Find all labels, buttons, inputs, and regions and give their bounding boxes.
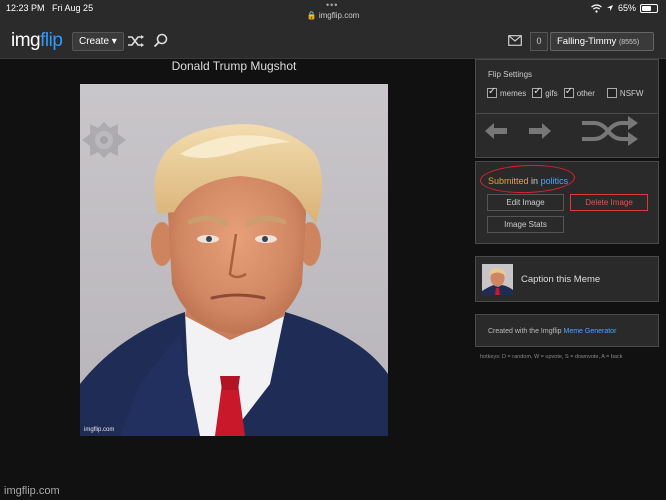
address-url[interactable]: 🔒 imgflip.com [0, 11, 666, 20]
created-with-panel: Created with the Imgflip Meme Generator [475, 314, 659, 347]
notification-count[interactable]: 0 [530, 32, 548, 51]
submission-panel: Submitted in politics Edit Image Delete … [475, 161, 659, 244]
meme-generator-link[interactable]: Meme Generator [564, 328, 617, 335]
checkbox-nsfw[interactable] [606, 88, 617, 98]
shuffle-random-icon[interactable] [580, 116, 640, 146]
flip-settings-panel: Flip Settings memes gifs other NSFW [475, 59, 659, 158]
site-header: imgflip Create ▾ 0 Falling-Timmy (8555) [0, 22, 666, 59]
flip-settings-title: Flip Settings [488, 70, 533, 79]
meme-thumbnail [482, 264, 513, 295]
submitted-in-stream: Submitted in politics [488, 176, 568, 186]
checkbox-memes[interactable] [487, 86, 497, 98]
stream-link[interactable]: politics [541, 176, 569, 186]
option-memes[interactable]: memes [487, 86, 526, 98]
mail-icon[interactable] [508, 35, 522, 46]
user-points: (8555) [618, 39, 640, 46]
meme-title: Donald Trump Mugshot [171, 59, 297, 73]
option-nsfw[interactable]: NSFW [606, 88, 643, 98]
status-bar: 12:23 PM Fri Aug 25 ••• 🔒 imgflip.com 65… [0, 0, 666, 22]
previous-arrow-icon[interactable] [484, 122, 508, 140]
caption-label: Caption this Meme [521, 274, 601, 285]
created-with-text: Created with the Imgflip Meme Generator [488, 328, 617, 335]
status-right: 65% [591, 3, 658, 13]
delete-image-button[interactable]: Delete Image [570, 194, 648, 211]
multitask-dots[interactable]: ••• [326, 0, 338, 10]
submitted-label: Submitted [488, 176, 529, 186]
mugshot-photo [80, 84, 388, 436]
shuffle-icon[interactable] [127, 34, 145, 48]
in-label: in [531, 176, 539, 186]
image-stats-button[interactable]: Image Stats [487, 216, 564, 233]
hotkeys-hint: hotkeys: D = random, W = upvote, S = dow… [480, 354, 623, 360]
checkbox-gifs[interactable] [532, 86, 543, 98]
username: Falling-Timmy [557, 36, 617, 47]
checkbox-other[interactable] [563, 86, 574, 98]
user-menu-button[interactable]: Falling-Timmy (8555) [550, 32, 654, 51]
wifi-icon [591, 3, 602, 13]
next-arrow-icon[interactable] [528, 122, 552, 140]
image-watermark: imgflip.com [84, 427, 115, 433]
option-other[interactable]: other [563, 86, 595, 98]
divider [476, 113, 658, 114]
option-gifs[interactable]: gifs [532, 86, 558, 98]
meme-image[interactable]: imgflip.com [80, 84, 388, 436]
battery-icon [640, 3, 658, 13]
battery-percent: 65% [617, 3, 636, 13]
create-button[interactable]: Create ▾ [72, 32, 124, 51]
caption-meme-button[interactable]: Caption this Meme [475, 256, 659, 302]
search-icon[interactable] [153, 33, 168, 48]
imgflip-logo[interactable]: imgflip [11, 30, 63, 52]
footer-watermark: imgflip.com [4, 485, 60, 497]
flip-settings-options: memes gifs other NSFW [487, 86, 649, 98]
edit-image-button[interactable]: Edit Image [487, 194, 564, 211]
location-icon [606, 5, 613, 11]
